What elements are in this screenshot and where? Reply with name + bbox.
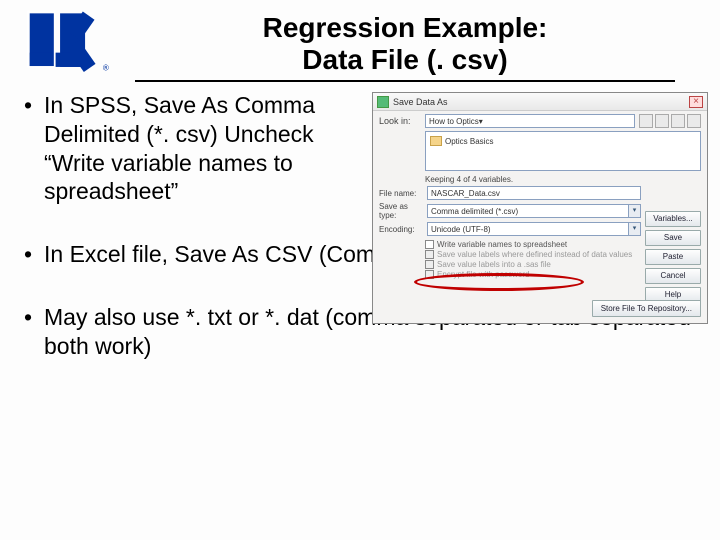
svg-text:®: ® bbox=[103, 64, 109, 73]
home-icon[interactable] bbox=[655, 114, 669, 128]
saveastype-label: Save as type: bbox=[379, 202, 427, 220]
folder-browser[interactable]: Optics Basics bbox=[425, 131, 701, 171]
dialog-title: Save Data As bbox=[393, 97, 448, 107]
slide-title: Regression Example: Data File (. csv) bbox=[114, 8, 696, 82]
bullet-dot: • bbox=[24, 91, 44, 206]
chevron-down-icon[interactable]: ▾ bbox=[628, 223, 640, 235]
bullet-1: In SPSS, Save As Comma Delimited (*. csv… bbox=[44, 91, 374, 206]
bullet-dot: • bbox=[24, 303, 44, 361]
lookin-field[interactable]: How to Optics▾ bbox=[425, 114, 635, 128]
folder-item[interactable]: Optics Basics bbox=[430, 136, 493, 146]
chevron-down-icon[interactable]: ▾ bbox=[479, 117, 483, 126]
filename-label: File name: bbox=[379, 189, 427, 198]
variables-button[interactable]: Variables... bbox=[645, 211, 701, 227]
chevron-down-icon[interactable]: ▾ bbox=[628, 205, 640, 217]
filename-field[interactable]: NASCAR_Data.csv bbox=[427, 186, 641, 200]
dialog-app-icon bbox=[377, 96, 389, 108]
lookin-label: Look in: bbox=[379, 116, 425, 126]
store-repo-button[interactable]: Store File To Repository... bbox=[592, 300, 701, 317]
close-icon[interactable]: × bbox=[689, 96, 703, 108]
uk-logo: ® bbox=[24, 8, 114, 83]
folder-icon bbox=[430, 136, 442, 146]
list-view-icon[interactable] bbox=[687, 114, 701, 128]
highlight-ellipse bbox=[414, 273, 584, 291]
title-line2: Data File (. csv) bbox=[114, 44, 696, 76]
cancel-button[interactable]: Cancel bbox=[645, 268, 701, 284]
bullet-dot: • bbox=[24, 240, 44, 269]
saveastype-field[interactable]: Comma delimited (*.csv)▾ bbox=[427, 204, 641, 218]
keeping-label: Keeping 4 of 4 variables. bbox=[425, 175, 701, 184]
encoding-label: Encoding: bbox=[379, 225, 427, 234]
title-line1: Regression Example: bbox=[114, 12, 696, 44]
paste-button[interactable]: Paste bbox=[645, 249, 701, 265]
save-button[interactable]: Save bbox=[645, 230, 701, 246]
up-folder-icon[interactable] bbox=[639, 114, 653, 128]
encoding-field[interactable]: Unicode (UTF-8)▾ bbox=[427, 222, 641, 236]
new-folder-icon[interactable] bbox=[671, 114, 685, 128]
save-dialog: Save Data As × Look in: How to Optics▾ O… bbox=[372, 92, 708, 324]
